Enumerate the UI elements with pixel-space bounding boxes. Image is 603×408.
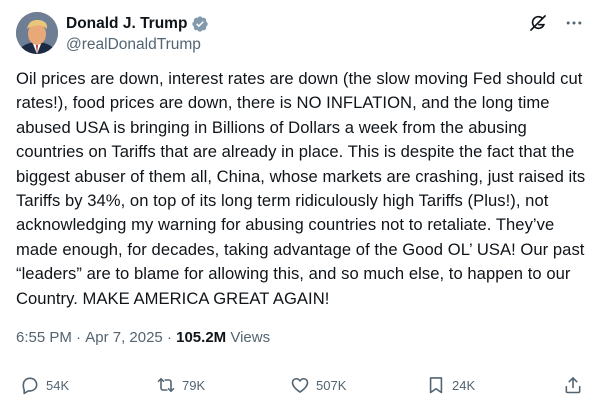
repost-icon — [157, 377, 175, 393]
author-name-row[interactable]: Donald J. Trump — [66, 14, 209, 34]
like-button[interactable]: 507K — [290, 373, 346, 397]
tweet-text: Oil prices are down, interest rates are … — [16, 69, 586, 308]
bookmark-count: 24K — [452, 377, 476, 393]
like-icon — [291, 377, 309, 393]
avatar[interactable] — [16, 12, 58, 54]
bookmark-button[interactable]: 24K — [426, 373, 475, 397]
views-count[interactable]: 105.2M — [176, 328, 226, 348]
meta-separator: · — [71, 329, 86, 346]
tweet-date[interactable]: Apr 7, 2025 — [85, 328, 163, 348]
like-count: 507K — [316, 377, 347, 393]
top-actions — [527, 12, 585, 34]
share-icon — [565, 377, 581, 394]
tweet-time[interactable]: 6:55 PM — [16, 328, 72, 348]
verified-badge-icon — [191, 15, 209, 33]
reply-icon — [22, 377, 38, 395]
more-icon[interactable] — [563, 12, 585, 34]
author-name[interactable]: Donald J. Trump — [66, 14, 187, 34]
author-handle[interactable]: @realDonaldTrump — [66, 35, 201, 55]
meta-separator: · — [162, 329, 177, 346]
repost-button[interactable]: 79K — [156, 373, 205, 397]
bookmark-icon — [429, 377, 443, 394]
repost-count: 79K — [182, 377, 206, 393]
action-bar: 54K 79K 507K 24K — [20, 373, 583, 397]
tweet-meta: 6:55 PM · Apr 7, 2025 · 105.2M Views — [16, 328, 270, 348]
avatar-image — [16, 12, 58, 54]
views-label: Views — [226, 329, 271, 346]
reply-button[interactable]: 54K — [20, 373, 69, 397]
reply-count: 54K — [46, 377, 70, 393]
grok-icon[interactable] — [527, 12, 549, 34]
share-button[interactable] — [563, 373, 583, 397]
